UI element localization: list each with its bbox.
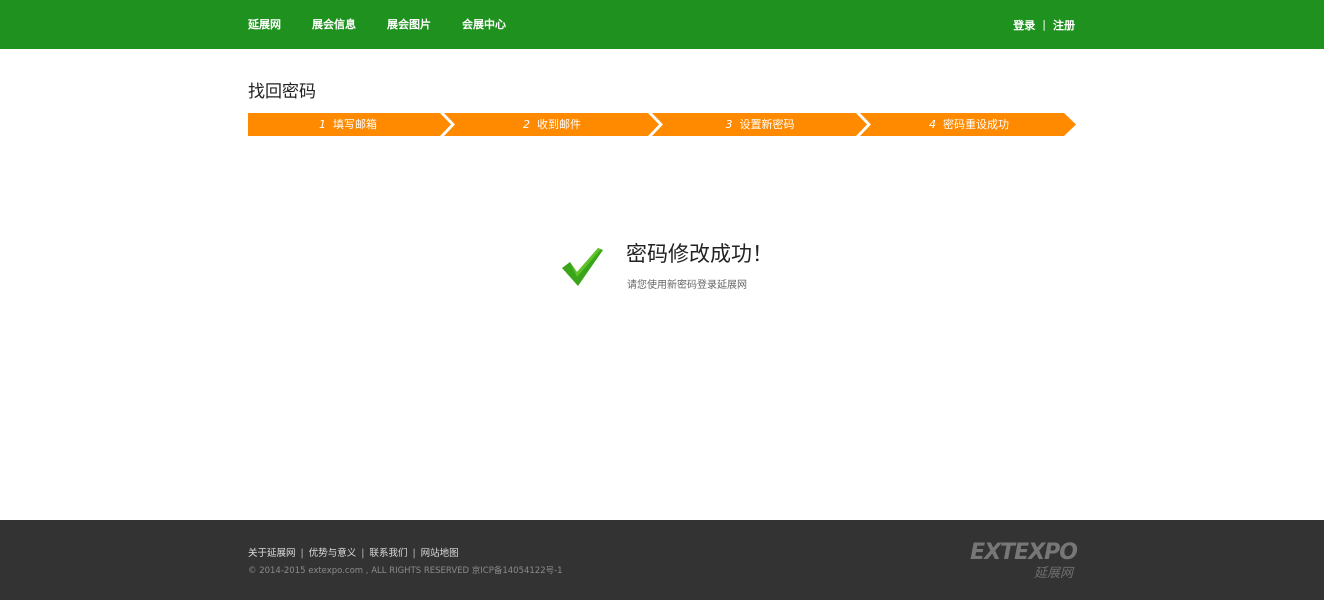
step-1-number: 1 [319,118,326,131]
success-title: 密码修改成功！ [626,242,773,266]
nav-item-home[interactable]: 延展网 [248,0,281,49]
success-subtitle: 请您使用新密码登录延展网 [627,280,747,291]
nav-item-exhibition-photos[interactable]: 展会图片 [387,0,431,49]
step-3-number: 3 [725,118,733,131]
footer: 关于延展网 | 优势与意义 | 联系我们 | 网站地图 © 2014-2015 extexp… [0,520,1324,600]
step-1-label: 填写邮箱 [333,118,377,131]
check-icon [562,248,603,286]
footer-logo: EXTEXPO 延展网 [953,540,1079,582]
step-2-number: 2 [523,118,530,131]
step-2-label: 收到邮件 [537,118,581,131]
footer-link-about[interactable]: 关于延展网 [248,548,296,559]
success-message: 密码修改成功！ 请您使用新密码登录延展网 [560,238,820,298]
auth-separator: | [1042,18,1046,31]
logo-text-cn: 延展网 [1033,566,1073,581]
step-1: 1 填写邮箱 [248,113,448,136]
footer-link-sitemap[interactable]: 网站地图 [421,548,459,559]
page-title: 找回密码 [248,82,316,102]
footer-separator: | [361,548,365,559]
copyright-text: © 2014-2015 extexpo.com , ALL RIGHTS RES… [248,566,563,576]
footer-separator: | [412,548,416,559]
footer-separator: | [300,548,304,559]
auth-links: 登录 | 注册 [1013,0,1075,49]
footer-links: 关于延展网 | 优势与意义 | 联系我们 | 网站地图 [248,545,459,559]
step-progress: 1 填写邮箱 2 收到邮件 3 设置新密码 4 密码重设成功 [248,113,1077,136]
step-2: 2 收到邮件 [448,113,656,136]
step-4-label: 密码重设成功 [943,118,1009,131]
step-3: 3 设置新密码 [656,113,864,136]
nav-item-exhibition-centers[interactable]: 会展中心 [462,0,506,49]
login-link[interactable]: 登录 [1013,17,1035,33]
main-nav: 延展网 展会信息 展会图片 会展中心 [248,0,537,49]
footer-link-contact[interactable]: 联系我们 [369,548,407,559]
footer-link-advantages[interactable]: 优势与意义 [309,548,357,559]
step-4: 4 密码重设成功 [864,113,1074,136]
step-4-number: 4 [929,118,936,131]
register-link[interactable]: 注册 [1053,17,1075,33]
top-nav-bar: 延展网 展会信息 展会图片 会展中心 登录 | 注册 [0,0,1324,49]
nav-item-exhibition-info[interactable]: 展会信息 [312,0,356,49]
step-3-label: 设置新密码 [739,118,795,131]
